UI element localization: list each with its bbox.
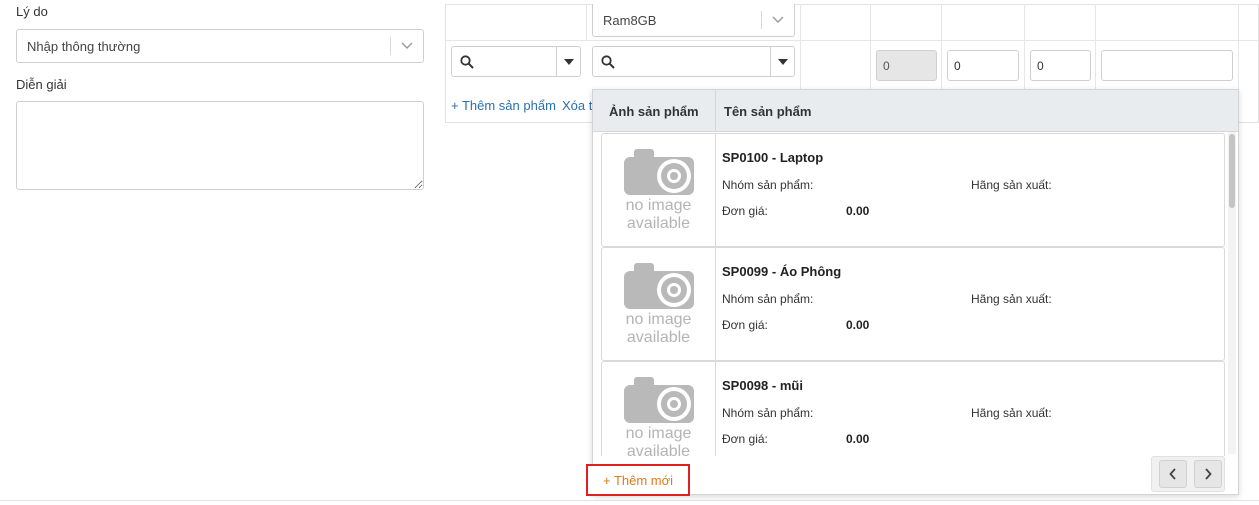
- reason-select-value: Nhập thông thường: [27, 38, 141, 54]
- product-title: SP0099 - Áo Phông: [722, 264, 842, 279]
- product-maker-label: Hãng sản xuất:: [971, 406, 1052, 420]
- search-icon: [593, 54, 623, 69]
- description-textarea[interactable]: [16, 101, 424, 190]
- product-price-value: 0.00: [846, 318, 870, 332]
- column-header-image: Ảnh sản phẩm: [609, 104, 699, 119]
- product-price-label: Đơn giá:: [722, 432, 768, 446]
- reason-label: Lý do: [16, 4, 48, 19]
- popup-header: Ảnh sản phẩm Tên sản phẩm: [593, 90, 1238, 132]
- variant-select[interactable]: Ram8GB: [592, 4, 795, 37]
- description-label: Diễn giải: [16, 77, 67, 92]
- product-maker-label: Hãng sản xuất:: [971, 292, 1052, 306]
- grid-col-divider: [870, 4, 871, 89]
- product-price-value: 0.00: [846, 432, 870, 446]
- popup-scrollbar-thumb[interactable]: [1229, 134, 1235, 208]
- grid-col-divider: [800, 4, 801, 89]
- search-icon: [452, 54, 482, 69]
- product-title: SP0098 - mũi: [722, 378, 803, 393]
- grid-row-divider: [446, 40, 1259, 41]
- warehouse-search-combo[interactable]: [451, 46, 581, 77]
- delete-link[interactable]: Xóa t: [562, 98, 592, 113]
- camera-placeholder-icon: [623, 377, 694, 423]
- stock-quantity-field: 0: [876, 50, 937, 81]
- price-input[interactable]: 0: [1030, 50, 1091, 81]
- add-new-product-button[interactable]: + Thêm mới: [586, 464, 690, 496]
- note-input[interactable]: [1101, 50, 1233, 81]
- chevron-right-icon[interactable]: [1194, 460, 1222, 488]
- product-group-label: Nhóm sản phẩm:: [722, 292, 814, 306]
- add-product-link[interactable]: + Thêm sản phẩm: [451, 98, 556, 113]
- product-group-label: Nhóm sản phẩm:: [722, 406, 814, 420]
- product-image: no image available: [602, 248, 716, 360]
- grid-col-divider: [1095, 4, 1096, 89]
- no-image-text: no image available: [625, 197, 692, 232]
- product-option[interactable]: no image available SP0099 - Áo Phông Nhóm…: [601, 247, 1225, 361]
- product-image: no image available: [602, 134, 716, 246]
- product-group-label: Nhóm sản phẩm:: [722, 178, 814, 192]
- pager: [1151, 456, 1225, 492]
- grid-col-divider: [586, 4, 587, 40]
- variant-select-value: Ram8GB: [603, 12, 657, 28]
- chevron-left-icon[interactable]: [1159, 460, 1187, 488]
- caret-down-icon[interactable]: [556, 47, 580, 76]
- page-bottom-border: [0, 500, 1259, 501]
- reason-select[interactable]: Nhập thông thường: [16, 29, 424, 63]
- header-divider: [715, 90, 716, 132]
- grid-col-divider: [941, 4, 942, 89]
- caret-down-icon[interactable]: [770, 47, 794, 76]
- product-option[interactable]: no image available SP0100 - Laptop Nhóm s…: [601, 133, 1225, 247]
- product-title: SP0100 - Laptop: [722, 150, 824, 165]
- camera-placeholder-icon: [623, 149, 694, 195]
- chevron-down-icon[interactable]: [762, 16, 794, 24]
- camera-placeholder-icon: [623, 263, 694, 309]
- chevron-down-icon[interactable]: [391, 42, 423, 50]
- grid-col-divider: [1238, 4, 1239, 89]
- product-maker-label: Hãng sản xuất:: [971, 178, 1052, 192]
- grid-col-divider: [1024, 4, 1025, 89]
- no-image-text: no image available: [625, 311, 692, 346]
- product-price-label: Đơn giá:: [722, 318, 768, 332]
- product-dropdown-popup: Ảnh sản phẩm Tên sản phẩm no image availa…: [592, 89, 1239, 495]
- product-search-combo[interactable]: [592, 46, 795, 77]
- column-header-name: Tên sản phẩm: [724, 104, 812, 119]
- product-price-value: 0.00: [846, 204, 870, 218]
- quantity-input[interactable]: 0: [947, 50, 1019, 81]
- product-price-label: Đơn giá:: [722, 204, 768, 218]
